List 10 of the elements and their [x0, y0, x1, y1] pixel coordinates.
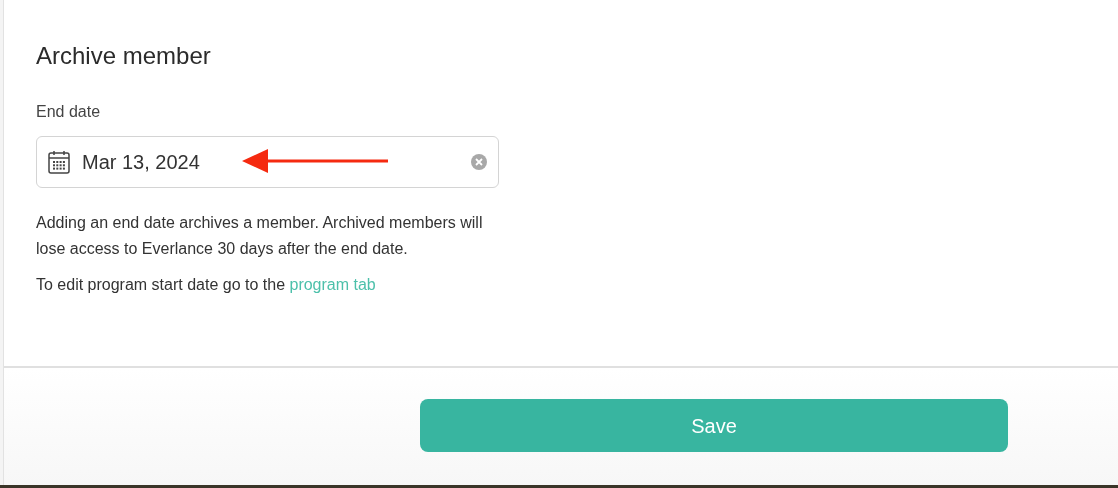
program-tab-link[interactable]: program tab: [289, 276, 376, 293]
field-label: End date: [36, 102, 101, 122]
date-field[interactable]: Mar 13, 2024: [36, 136, 499, 188]
program-note: To edit program start date go to the program tab: [36, 275, 376, 295]
date-value: Mar 13, 2024: [82, 150, 200, 175]
clear-icon[interactable]: [471, 154, 487, 170]
calendar-icon: [48, 150, 70, 174]
help-text: Adding an end date archives a member. Archived members will lose access to Everlance 30 days after the end date.: [36, 213, 484, 259]
save-button[interactable]: Save: [420, 399, 1008, 452]
dialog-title: Archive member: [36, 41, 211, 71]
